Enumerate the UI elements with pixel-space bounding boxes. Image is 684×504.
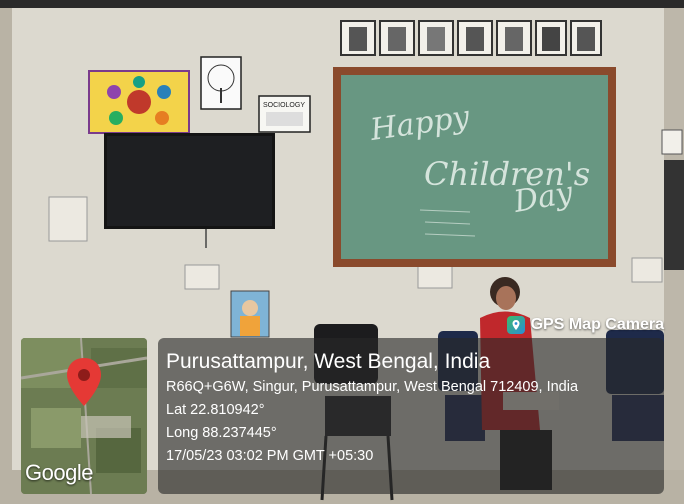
wall-frame (661, 129, 683, 155)
gps-map-camera-icon (506, 316, 525, 334)
google-logo: Google (25, 460, 93, 485)
address-line: R66Q+G6W, Singur, Purusattampur, West Be… (166, 379, 579, 395)
map-thumbnail: Google (21, 338, 147, 494)
tree-poster (200, 56, 242, 110)
location-title: Purusattampur, West Bengal, India (166, 350, 491, 373)
app-name: GPS Map Camera (530, 316, 664, 333)
sociology-poster: SOCIOLOGY (258, 95, 311, 133)
wheel-poster (88, 70, 190, 134)
wall-frame (664, 160, 684, 270)
portrait-frames (340, 20, 602, 56)
portrait-on-table (230, 290, 270, 338)
location-info-panel: Purusattampur, West Bengal, India R66Q+G… (158, 338, 664, 494)
switchboard (417, 265, 453, 289)
switchboard (48, 196, 88, 242)
latitude-line: Lat 22.810942° (166, 402, 265, 418)
switchboard (184, 264, 220, 290)
timestamp-line: 17/05/23 03:02 PM GMT +05:30 (166, 448, 374, 464)
blackboard: Happy Children's Day (333, 67, 616, 267)
sociology-poster-label: SOCIOLOGY (263, 102, 305, 109)
app-badge: GPS Map Camera (506, 312, 664, 338)
switchboard (631, 257, 663, 283)
longitude-line: Long 88.237445° (166, 425, 277, 441)
